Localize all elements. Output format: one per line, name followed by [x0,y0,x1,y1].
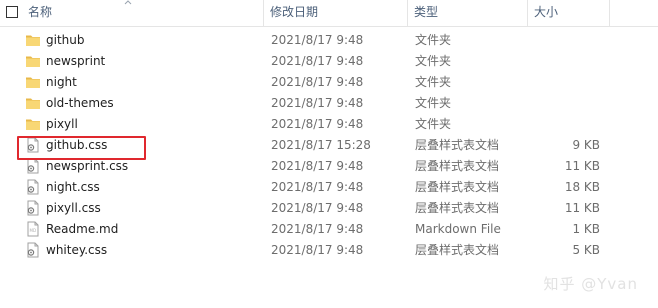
column-header-type[interactable]: 类型 [408,0,528,26]
file-name: night.css [46,180,100,194]
file-size: 18 KB [564,180,600,194]
file-size: 11 KB [564,201,600,215]
file-row[interactable]: MD Readme.md 2021/8/17 9:48 Markdown File 1 … [0,219,658,240]
column-header-size[interactable]: 大小 [528,0,610,26]
file-name: newsprint [46,54,106,68]
highlight-box [17,136,146,160]
file-date: 2021/8/17 9:48 [271,243,364,257]
file-date: 2021/8/17 9:48 [271,222,364,236]
folder-icon [26,77,40,88]
file-row[interactable]: github 2021/8/17 9:48 文件夹 [0,30,658,51]
file-name: pixyll [46,117,78,131]
folder-icon [26,119,40,130]
markdown-file-icon: MD [27,221,39,237]
folder-icon [26,35,40,46]
file-row[interactable]: pixyll 2021/8/17 9:48 文件夹 [0,114,658,135]
file-type: 文件夹 [415,33,452,47]
file-type: Markdown File [415,222,501,236]
column-header-name[interactable]: 名称 [22,0,264,26]
file-row[interactable]: old-themes 2021/8/17 9:48 文件夹 [0,93,658,114]
file-date: 2021/8/17 9:48 [271,33,364,47]
file-row[interactable]: pixyll.css 2021/8/17 9:48 层叠样式表文档 11 KB [0,198,658,219]
file-name: pixyll.css [46,201,101,215]
column-header-date[interactable]: 修改日期 [264,0,408,26]
file-type: 文件夹 [415,75,452,89]
file-size: 11 KB [564,159,600,173]
file-type: 文件夹 [415,96,452,110]
file-row[interactable]: night.css 2021/8/17 9:48 层叠样式表文档 18 KB [0,177,658,198]
file-type: 层叠样式表文档 [415,138,500,152]
file-date: 2021/8/17 9:48 [271,96,364,110]
file-row[interactable]: night 2021/8/17 9:48 文件夹 [0,72,658,93]
file-row[interactable]: newsprint 2021/8/17 9:48 文件夹 [0,51,658,72]
file-name: night [46,75,77,89]
css-file-icon [27,242,39,258]
file-date: 2021/8/17 9:48 [271,201,364,215]
file-type: 文件夹 [415,54,452,68]
css-file-icon [27,158,39,174]
file-name: whitey.css [46,243,108,257]
file-type: 层叠样式表文档 [415,159,500,173]
file-name: old-themes [46,96,114,110]
file-date: 2021/8/17 9:48 [271,180,364,194]
file-size: 5 KB [572,243,600,257]
css-file-icon [27,179,39,195]
file-type: 层叠样式表文档 [415,201,500,215]
folder-icon [26,98,40,109]
file-type: 层叠样式表文档 [415,180,500,194]
file-type: 文件夹 [415,117,452,131]
file-name: Readme.md [46,222,119,236]
watermark: 知乎 @Yvan [543,275,638,293]
file-type: 层叠样式表文档 [415,243,500,257]
file-date: 2021/8/17 15:28 [271,138,371,152]
file-date: 2021/8/17 9:48 [271,75,364,89]
file-size: 9 KB [572,138,600,152]
file-row[interactable]: whitey.css 2021/8/17 9:48 层叠样式表文档 5 KB [0,240,658,261]
folder-icon [26,56,40,67]
file-name: github [46,33,85,47]
file-size: 1 KB [572,222,600,236]
file-date: 2021/8/17 9:48 [271,54,364,68]
svg-text:MD: MD [30,228,37,233]
column-header-bar: 名称 修改日期 类型 大小 [0,0,658,27]
css-file-icon [27,200,39,216]
select-all-checkbox[interactable] [6,6,18,18]
file-date: 2021/8/17 9:48 [271,159,364,173]
file-date: 2021/8/17 9:48 [271,117,364,131]
